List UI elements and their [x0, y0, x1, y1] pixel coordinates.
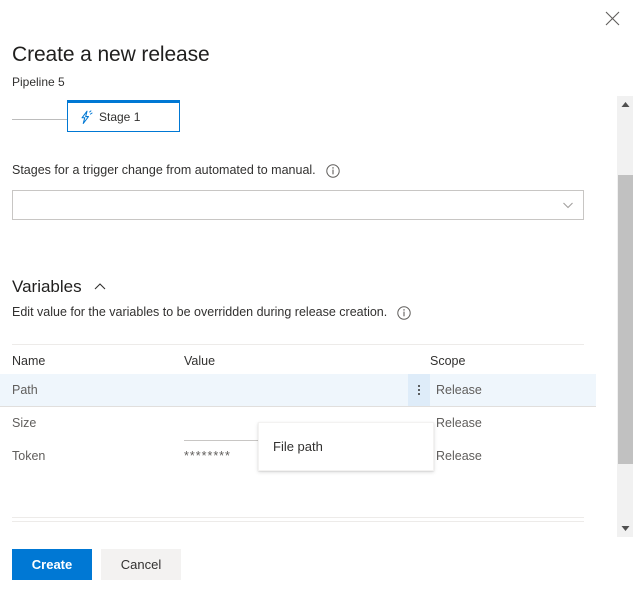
- variables-title: Variables: [12, 276, 82, 298]
- caret-up-icon: [621, 101, 630, 108]
- column-header-name: Name: [12, 354, 184, 368]
- variable-scope-cell: Release: [430, 416, 596, 430]
- context-menu-item-file-path[interactable]: File path: [259, 438, 433, 456]
- page-title: Create a new release: [12, 42, 593, 68]
- stage-graph: Stage 1: [0, 100, 596, 144]
- table-row[interactable]: Path Release: [0, 374, 596, 407]
- scroll-down-button[interactable]: [617, 520, 633, 537]
- scroll-up-button[interactable]: [617, 96, 633, 113]
- variables-description-row: Edit value for the variables to be overr…: [12, 304, 584, 321]
- footer-divider: [12, 521, 584, 522]
- trigger-stages-combobox[interactable]: [12, 190, 584, 220]
- variable-name: Path: [12, 383, 184, 397]
- trigger-stages-section: Stages for a trigger change from automat…: [12, 162, 584, 220]
- stage-node-label: Stage 1: [99, 109, 140, 125]
- chevron-up-icon[interactable]: [93, 280, 107, 294]
- cancel-button[interactable]: Cancel: [101, 549, 181, 580]
- row-context-menu: File path: [258, 422, 434, 471]
- variable-scope: Release: [430, 449, 482, 463]
- chevron-down-icon: [562, 199, 574, 211]
- variable-scope: Release: [430, 383, 482, 397]
- variable-scope-cell: Release: [430, 374, 596, 406]
- variables-description: Edit value for the variables to be overr…: [12, 304, 387, 321]
- variables-header[interactable]: Variables: [12, 276, 584, 298]
- close-button[interactable]: [597, 4, 627, 32]
- column-header-value: Value: [184, 354, 430, 368]
- trigger-lightning-icon: [77, 109, 93, 125]
- caret-down-icon: [621, 525, 630, 532]
- variable-scope-cell: Release: [430, 449, 596, 463]
- section-divider: [12, 344, 584, 345]
- table-bottom-divider: [12, 517, 584, 518]
- stage-node-stage-1[interactable]: Stage 1: [67, 100, 180, 132]
- stage-connector-line: [12, 119, 67, 120]
- variables-section: Variables Edit value for the variables t…: [12, 276, 584, 321]
- dialog-header: Create a new release Pipeline 5: [12, 42, 593, 90]
- pipeline-subtitle: Pipeline 5: [12, 74, 593, 90]
- more-vertical-icon: [418, 385, 420, 395]
- trigger-stages-label-row: Stages for a trigger change from automat…: [12, 162, 584, 179]
- trigger-stages-label: Stages for a trigger change from automat…: [12, 162, 316, 179]
- info-icon[interactable]: [326, 164, 340, 178]
- info-icon[interactable]: [397, 306, 411, 320]
- column-header-scope: Scope: [430, 354, 596, 368]
- dialog-footer: Create Cancel: [12, 549, 181, 580]
- variable-value-masked[interactable]: ********: [184, 449, 231, 463]
- variable-name: Token: [12, 449, 184, 463]
- scrollbar-thumb[interactable]: [618, 175, 633, 464]
- table-header-row: Name Value Scope: [0, 348, 596, 374]
- variable-name: Size: [12, 416, 184, 430]
- variable-scope: Release: [430, 416, 482, 430]
- create-button[interactable]: Create: [12, 549, 92, 580]
- vertical-scrollbar[interactable]: [616, 96, 633, 537]
- close-icon: [605, 11, 620, 26]
- row-actions-kebab-button[interactable]: [408, 374, 430, 406]
